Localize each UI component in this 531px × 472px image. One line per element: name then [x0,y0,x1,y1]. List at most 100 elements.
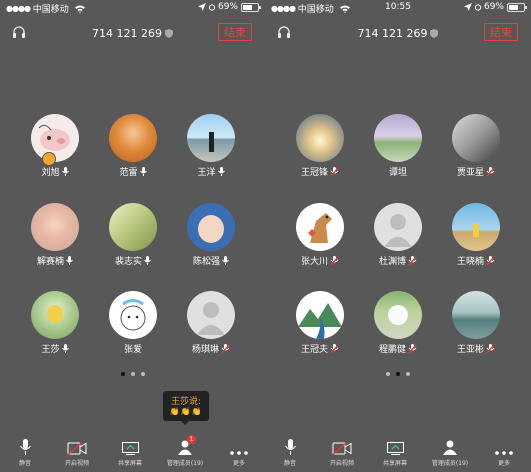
mic-icon [61,167,69,176]
mic-muted-icon [486,166,495,176]
participant-name: 张大川 [300,257,328,267]
participant-tile[interactable]: 王洋 [176,114,246,178]
page-indicator[interactable] [0,361,265,380]
mic-icon [222,256,229,265]
battery-icon [241,2,261,12]
meeting-toolbar: 静音 开启视频 共享屏幕 管理成员(19) 更多 [265,432,531,472]
participant-tile[interactable]: 陈松强 [176,203,246,267]
share-screen-button[interactable]: 共享屏幕 [105,438,155,467]
avatar [296,203,344,251]
video-label: 开启视频 [329,460,354,467]
manage-members-button[interactable]: 1 管理成员(19) [160,435,210,467]
alarm-icon [208,4,215,11]
mic-icon [284,439,296,455]
carrier-info: ●●●● 中国移动 [6,2,85,15]
avatar [109,114,157,162]
participant-name: 王晓楠 [456,257,484,267]
participant-tile[interactable]: 杨琪琳 [176,291,246,355]
shield-icon [430,29,439,38]
participant-tile[interactable]: 解赛楠 [20,203,90,267]
participant-tile[interactable]: 王晓楠 [441,203,511,267]
participant-name: 杜渊博 [378,257,406,267]
participant-tile[interactable]: 范雷 [98,114,168,178]
signal-icon: ●●●● [6,4,31,13]
manage-members-button[interactable]: 管理成员(19) [425,438,475,467]
reaction-tooltip: 王莎说: 👏👏👏 [163,391,209,425]
meeting-toolbar: 静音 开启视频 共享屏幕 1 管理成员(19) 更多 [0,432,265,472]
avatar [374,203,422,251]
avatar [452,291,500,339]
screenshot-page: ●●●● 中国移动 69% 714 121 269 结束 刘旭 范雷 王洋 解赛… [0,0,531,472]
mic-muted-icon [486,255,495,265]
participant-name: 贾亚星 [456,168,484,178]
participant-tile[interactable]: 王亚彬 [441,291,511,355]
avatar [374,291,422,339]
participant-tile[interactable]: 王冠锋 [285,114,355,178]
avatar [187,114,235,162]
video-label: 开启视频 [64,460,89,467]
mic-muted-icon [330,166,339,176]
default-avatar-icon [384,214,412,247]
share-label: 共享屏幕 [117,460,142,467]
more-dots-icon [230,451,248,455]
avatar [109,203,157,251]
mute-button[interactable]: 静音 [0,438,50,467]
participant-tile[interactable]: 杜渊博 [363,203,433,267]
participant-name: 王洋 [197,168,216,178]
end-meeting-button[interactable]: 结束 [484,23,518,41]
mic-muted-icon [486,343,495,353]
video-off-icon [332,442,352,455]
battery-percent: 69% [217,2,238,12]
participant-tile[interactable]: 程鹏健 [363,291,433,355]
start-video-button[interactable]: 开启视频 [317,438,367,467]
tooltip-emoji: 👏👏👏 [169,407,203,416]
participant-name: 王亚彬 [456,345,484,355]
avatar [296,291,344,339]
more-button[interactable]: 更多 [479,438,529,467]
meeting-header: 714 121 269 结束 [265,22,531,44]
participant-tile[interactable]: 刘旭 [20,114,90,178]
share-screen-button[interactable]: 共享屏幕 [370,438,420,467]
mic-muted-icon [408,255,417,265]
page-dot [140,372,145,376]
location-icon [463,3,472,11]
alarm-icon [474,4,481,11]
share-screen-icon [386,442,404,455]
end-meeting-button[interactable]: 结束 [218,23,252,41]
more-label: 更多 [497,460,510,467]
avatar [374,114,422,162]
mute-button[interactable]: 静音 [265,438,315,467]
avatar [187,291,235,339]
carrier-name: 中国移动 [32,5,69,15]
tooltip-title: 王莎说: [170,397,202,407]
mic-muted-icon [221,343,230,353]
participant-tile[interactable]: 裴志实 [98,203,168,267]
participant-name: 张爱 [123,345,142,355]
mute-label: 静音 [283,460,296,467]
mute-label: 静音 [18,460,31,467]
location-icon [197,3,206,11]
participant-name: 杨琪琳 [191,345,219,355]
mic-icon [19,439,31,455]
status-bar: ●●●● 中国移动 10:55 69% [265,0,531,16]
participant-name: 陈松强 [192,257,220,267]
notification-badge: 1 [187,435,196,444]
participant-tile[interactable]: 王冠夫 [285,291,355,355]
meeting-id: 714 121 269 [92,27,162,40]
host-badge [42,152,56,166]
avatar [296,114,344,162]
participant-tile[interactable]: 谭坦 [363,114,433,178]
mic-muted-icon [330,343,339,353]
participant-name: 程鹏健 [378,345,406,355]
start-video-button[interactable]: 开启视频 [52,438,102,467]
page-dot [406,372,410,376]
more-button[interactable]: 更多 [214,438,264,467]
mic-icon [61,344,69,353]
page-indicator[interactable] [265,361,531,380]
participant-tile[interactable]: 张大川 [285,203,355,267]
avatar [109,291,157,339]
participant-tile[interactable]: 贾亚星 [441,114,511,178]
participant-tile[interactable]: 王莎 [20,291,90,355]
participant-tile[interactable]: 张爱 [98,291,168,355]
participant-name: 王冠夫 [300,345,328,355]
